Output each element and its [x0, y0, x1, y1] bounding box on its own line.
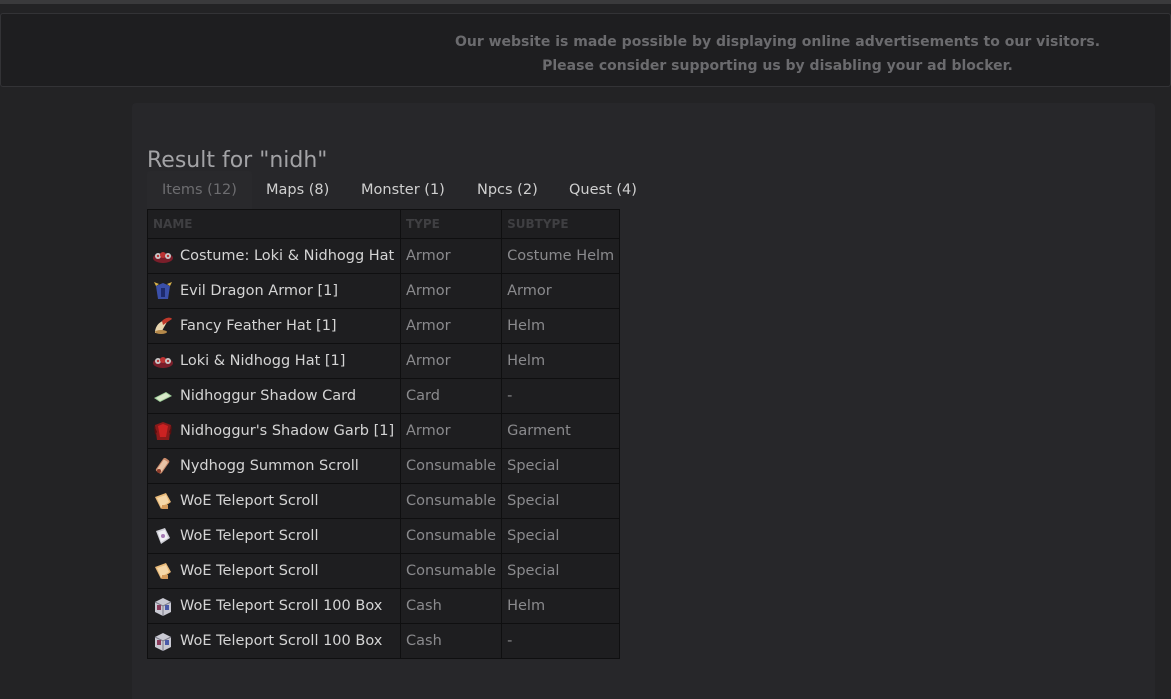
item-subtype-cell: -: [501, 378, 621, 414]
loki-hat-icon: [152, 350, 174, 372]
item-subtype-cell: Special: [501, 483, 621, 519]
table-row[interactable]: Fancy Feather Hat [1] Armor Helm: [147, 308, 621, 344]
item-subtype-cell: Special: [501, 518, 621, 554]
item-link[interactable]: WoE Teleport Scroll: [180, 493, 318, 509]
item-subtype-cell: Helm: [501, 308, 621, 344]
item-link[interactable]: Loki & Nidhogg Hat [1]: [180, 353, 345, 369]
item-type-cell: Consumable: [399, 553, 503, 589]
ad-notice-line-2: Please consider supporting us by disabli…: [542, 58, 1013, 74]
table-row[interactable]: Nidhoggur's Shadow Garb [1] Armor Garment: [147, 413, 621, 449]
item-link[interactable]: WoE Teleport Scroll 100 Box: [180, 598, 382, 614]
item-link[interactable]: WoE Teleport Scroll 100 Box: [180, 633, 382, 649]
item-name-cell: WoE Teleport Scroll 100 Box: [147, 588, 401, 624]
scroll-white-icon: [152, 525, 174, 547]
item-link[interactable]: Nydhogg Summon Scroll: [180, 458, 359, 474]
item-subtype-cell: Armor: [501, 273, 621, 309]
item-link[interactable]: Nidhoggur's Shadow Garb [1]: [180, 423, 394, 439]
item-type-cell: Armor: [399, 343, 503, 379]
tab-npcs[interactable]: Npcs (2): [477, 171, 538, 209]
item-subtype-cell: -: [501, 623, 621, 659]
loki-hat-icon: [152, 245, 174, 267]
item-type-cell: Armor: [399, 308, 503, 344]
item-link[interactable]: WoE Teleport Scroll: [180, 563, 318, 579]
tab-maps[interactable]: Maps (8): [266, 171, 329, 209]
item-subtype-cell: Garment: [501, 413, 621, 449]
tab-monster[interactable]: Monster (1): [361, 171, 445, 209]
item-subtype-cell: Helm: [501, 343, 621, 379]
summon-scroll-icon: [152, 455, 174, 477]
table-header-row: NAME TYPE SUBTYPE: [147, 209, 621, 239]
item-subtype-cell: Special: [501, 553, 621, 589]
table-row[interactable]: WoE Teleport Scroll 100 Box Cash -: [147, 623, 621, 659]
box-icon: [152, 595, 174, 617]
table-row[interactable]: Costume: Loki & Nidhogg Hat Armor Costume …: [147, 238, 621, 274]
scroll-icon: [152, 560, 174, 582]
item-subtype-cell: Helm: [501, 588, 621, 624]
item-subtype-cell: Costume Helm: [501, 238, 621, 274]
item-type-cell: Card: [399, 378, 503, 414]
item-name-cell: Nydhogg Summon Scroll: [147, 448, 401, 484]
dragon-armor-icon: [152, 280, 174, 302]
item-type-cell: Consumable: [399, 518, 503, 554]
item-link[interactable]: Nidhoggur Shadow Card: [180, 388, 356, 404]
item-type-cell: Armor: [399, 413, 503, 449]
item-name-cell: Nidhoggur Shadow Card: [147, 378, 401, 414]
items-table: NAME TYPE SUBTYPE Costume: Loki & Nidhog…: [147, 209, 621, 659]
item-type-cell: Consumable: [399, 483, 503, 519]
item-type-cell: Armor: [399, 273, 503, 309]
item-name-cell: WoE Teleport Scroll: [147, 553, 401, 589]
item-link[interactable]: Fancy Feather Hat [1]: [180, 318, 337, 334]
column-header-name[interactable]: NAME: [147, 209, 401, 239]
table-row[interactable]: Nidhoggur Shadow Card Card -: [147, 378, 621, 414]
item-type-cell: Consumable: [399, 448, 503, 484]
ad-notice-line-1: Our website is made possible by displayi…: [454, 34, 1101, 50]
table-row[interactable]: WoE Teleport Scroll 100 Box Cash Helm: [147, 588, 621, 624]
item-link[interactable]: WoE Teleport Scroll: [180, 528, 318, 544]
item-type-cell: Armor: [399, 238, 503, 274]
table-row[interactable]: Nydhogg Summon Scroll Consumable Special: [147, 448, 621, 484]
column-header-subtype[interactable]: SUBTYPE: [501, 209, 621, 239]
table-row[interactable]: Evil Dragon Armor [1] Armor Armor: [147, 273, 621, 309]
column-header-type[interactable]: TYPE: [399, 209, 503, 239]
search-results-panel: Result for "nidh" Items (12) Maps (8) Mo…: [132, 103, 1155, 699]
item-name-cell: WoE Teleport Scroll: [147, 483, 401, 519]
box-icon: [152, 630, 174, 652]
item-name-cell: Nidhoggur's Shadow Garb [1]: [147, 413, 401, 449]
page-title: Result for "nidh": [147, 148, 328, 174]
table-row[interactable]: Loki & Nidhogg Hat [1] Armor Helm: [147, 343, 621, 379]
item-type-cell: Cash: [399, 623, 503, 659]
top-bar: [0, 0, 1171, 4]
tab-items[interactable]: Items (12): [147, 171, 252, 209]
item-name-cell: WoE Teleport Scroll 100 Box: [147, 623, 401, 659]
feather-hat-icon: [152, 315, 174, 337]
ad-notice: Our website is made possible by displayi…: [0, 13, 1171, 87]
scroll-icon: [152, 490, 174, 512]
item-link[interactable]: Costume: Loki & Nidhogg Hat: [180, 248, 394, 264]
item-type-cell: Cash: [399, 588, 503, 624]
table-row[interactable]: WoE Teleport Scroll Consumable Special: [147, 553, 621, 589]
table-row[interactable]: WoE Teleport Scroll Consumable Special: [147, 518, 621, 554]
item-name-cell: Loki & Nidhogg Hat [1]: [147, 343, 401, 379]
item-link[interactable]: Evil Dragon Armor [1]: [180, 283, 338, 299]
item-name-cell: Evil Dragon Armor [1]: [147, 273, 401, 309]
item-name-cell: WoE Teleport Scroll: [147, 518, 401, 554]
table-row[interactable]: WoE Teleport Scroll Consumable Special: [147, 483, 621, 519]
tab-quest[interactable]: Quest (4): [569, 171, 637, 209]
item-name-cell: Costume: Loki & Nidhogg Hat: [147, 238, 401, 274]
shadow-garb-icon: [152, 420, 174, 442]
item-subtype-cell: Special: [501, 448, 621, 484]
card-icon: [152, 385, 174, 407]
item-name-cell: Fancy Feather Hat [1]: [147, 308, 401, 344]
